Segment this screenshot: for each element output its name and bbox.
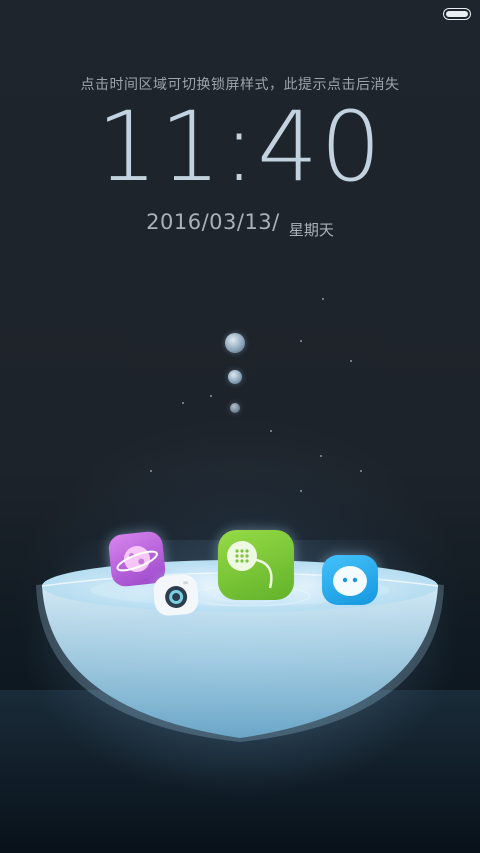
phone-app-icon[interactable] xyxy=(218,530,294,600)
dialpad-icon xyxy=(227,541,273,589)
camera-icon xyxy=(165,581,189,608)
messages-app-icon[interactable] xyxy=(322,555,378,605)
camera-app-icon[interactable] xyxy=(152,573,200,617)
lockscreen: 点击时间区域可切换锁屏样式，此提示点击后消失 11:40 2016/03/13/… xyxy=(0,0,480,853)
glass-bowl xyxy=(36,560,444,742)
chat-bubble-icon xyxy=(333,566,367,596)
